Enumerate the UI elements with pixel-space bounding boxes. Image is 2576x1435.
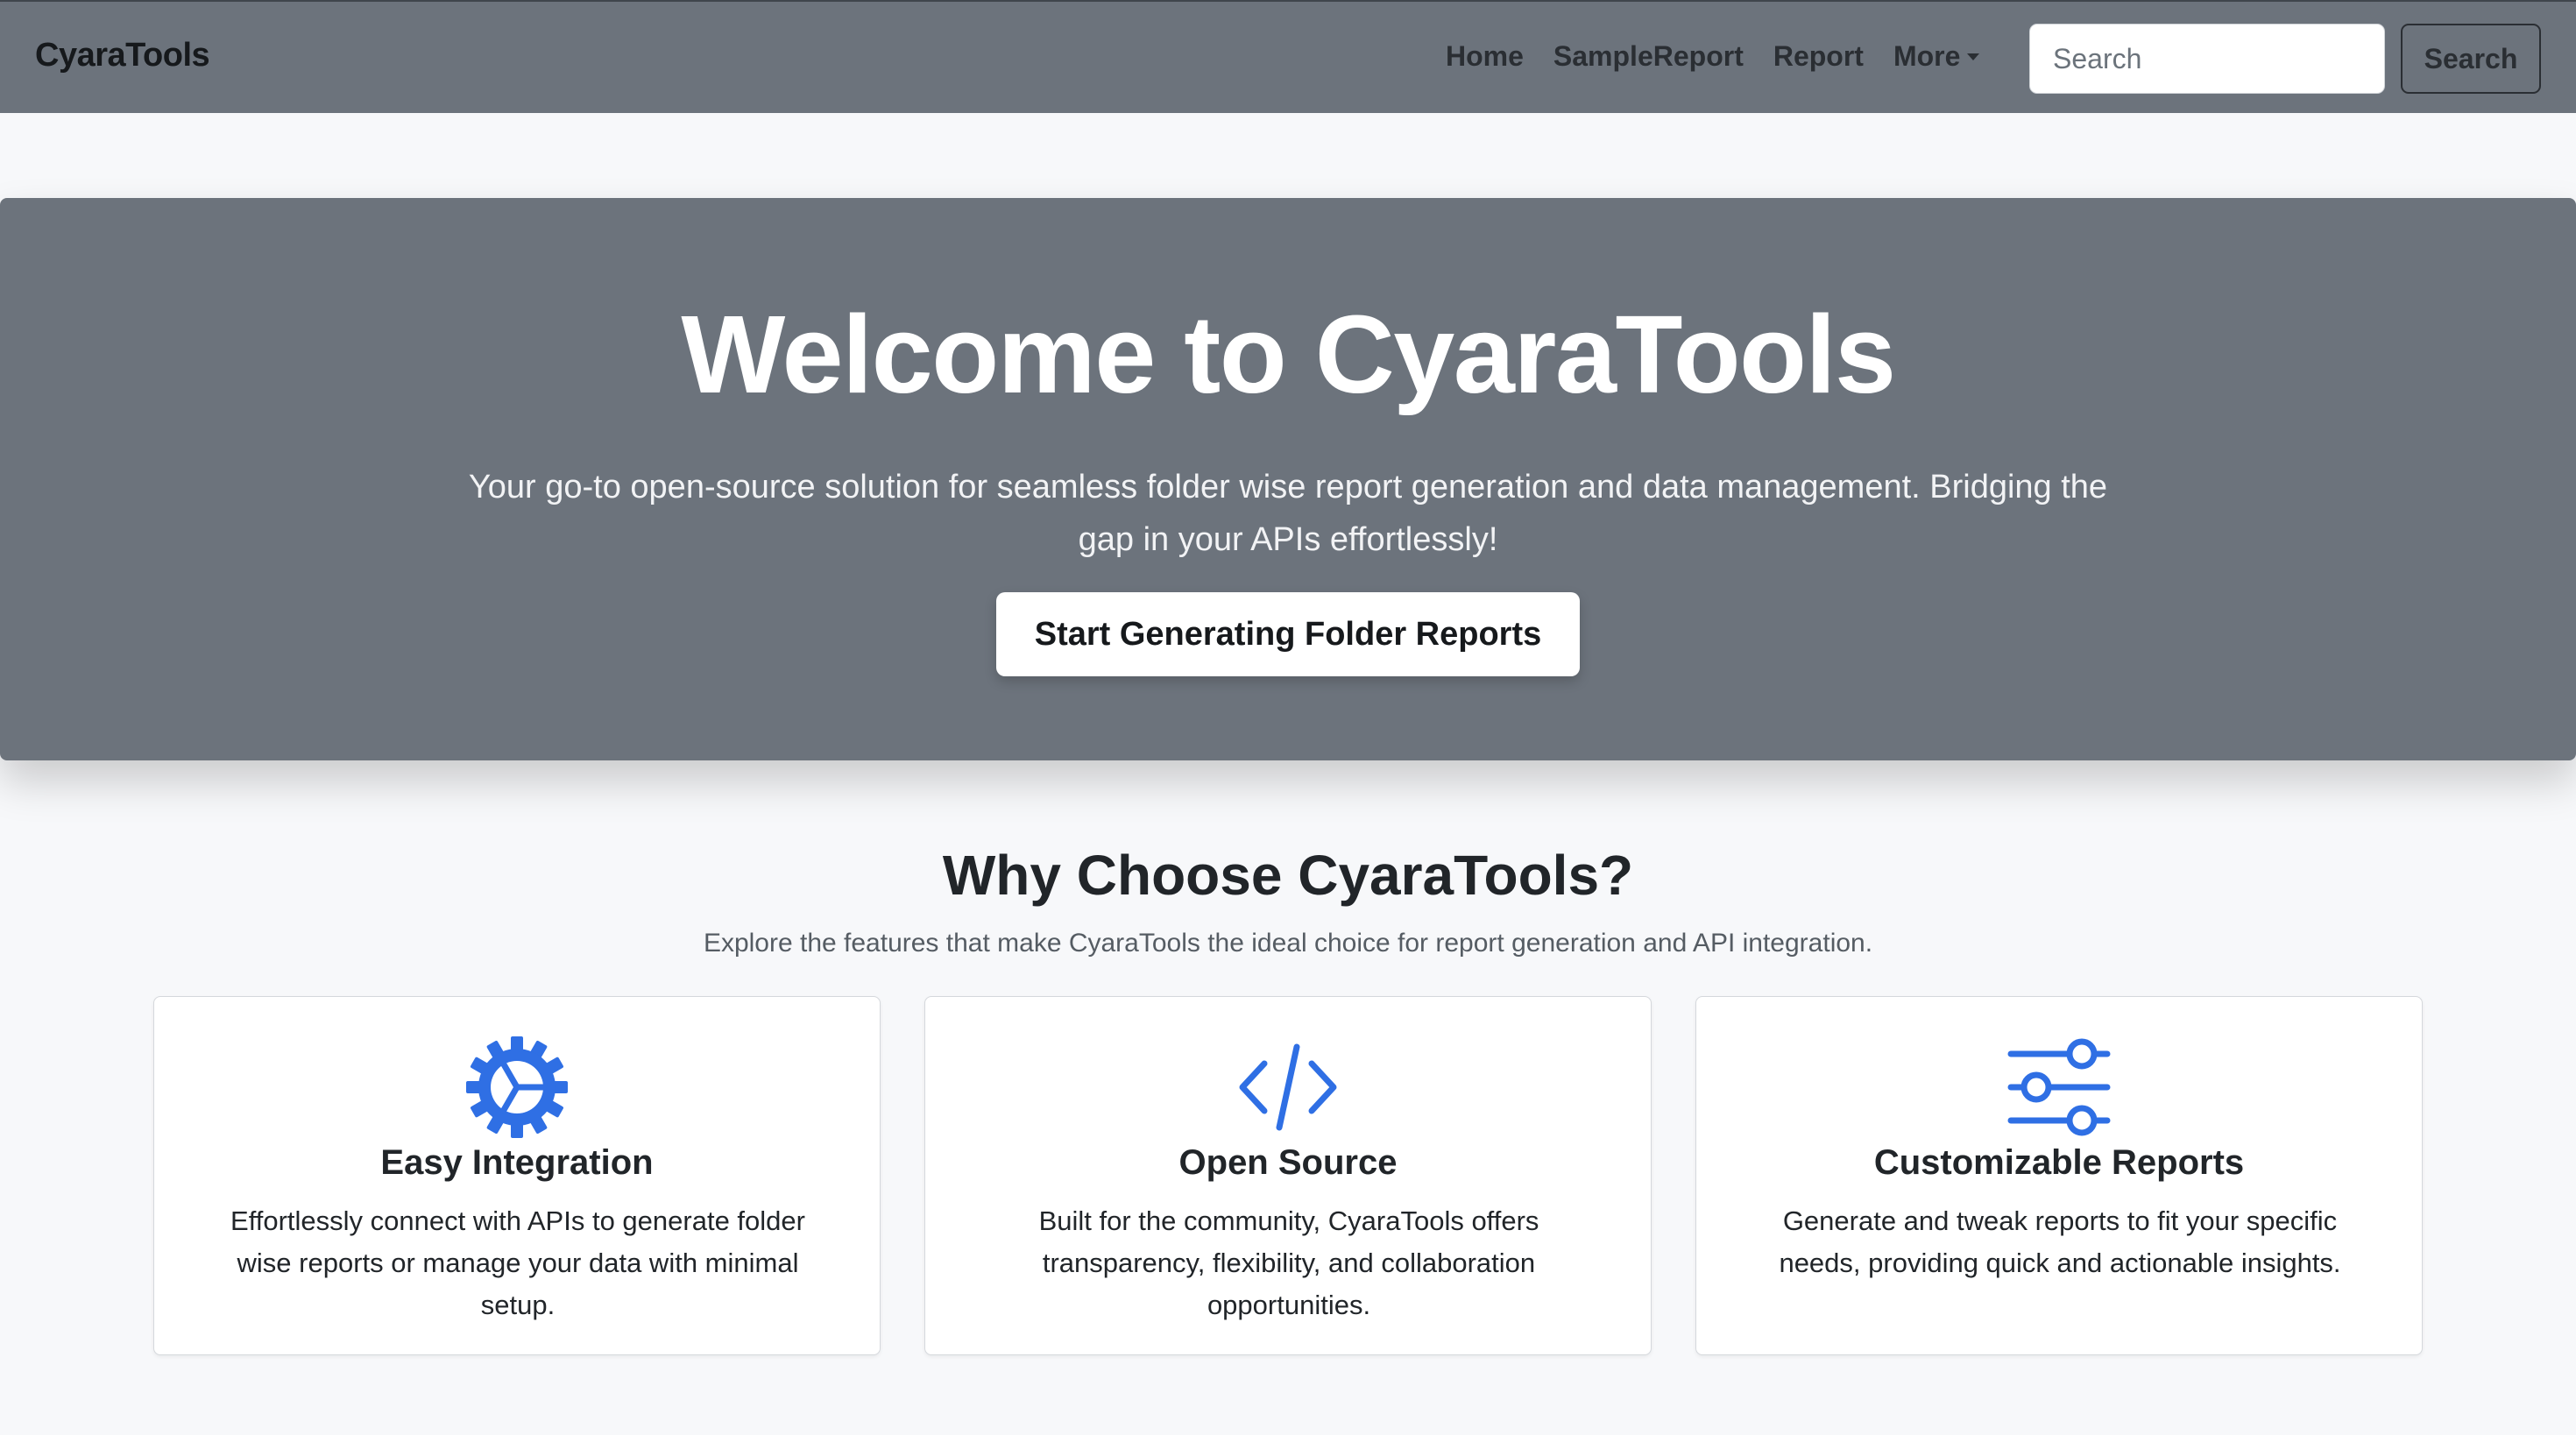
nav-link-samplereport[interactable]: SampleReport [1553, 40, 1744, 73]
nav-link-report[interactable]: Report [1773, 40, 1864, 73]
card-title: Open Source [1178, 1143, 1398, 1182]
feature-card-easy-integration: Easy Integration Effortlessly connect wi… [153, 996, 881, 1355]
caret-down-icon [1967, 53, 1980, 60]
hero-title: Welcome to CyaraTools [681, 293, 1896, 416]
feature-card-open-source: Open Source Built for the community, Cya… [924, 996, 1652, 1355]
nav-link-label: Home [1446, 40, 1524, 72]
feature-card-customizable-reports: Customizable Reports Generate and tweak … [1695, 996, 2423, 1355]
nav-link-label: SampleReport [1553, 40, 1744, 72]
search-button[interactable]: Search [2401, 24, 2541, 94]
nav-links: Home SampleReport Report More [1446, 40, 2009, 73]
search-input[interactable] [2029, 24, 2385, 94]
code-icon [925, 1035, 1651, 1140]
card-title: Easy Integration [380, 1143, 654, 1182]
hero-section: Welcome to CyaraTools Your go-to open-so… [0, 198, 2576, 760]
nav-link-label: More [1893, 40, 1961, 72]
card-text: Built for the community, CyaraTools offe… [1038, 1205, 1539, 1320]
nav-link-home[interactable]: Home [1446, 40, 1524, 73]
hero-subtitle: Your go-to open-source solution for seam… [468, 469, 2108, 558]
nav-link-label: Report [1773, 40, 1864, 72]
features-title: Why Choose CyaraTools? [942, 844, 1634, 907]
sliders-icon [1696, 1035, 2422, 1140]
features-subtitle: Explore the features that make CyaraTool… [703, 929, 1873, 958]
card-text: Generate and tweak reports to fit your s… [1779, 1205, 2341, 1278]
brand-logo[interactable]: CyaraTools [35, 37, 210, 74]
gear-icon [154, 1035, 880, 1140]
card-title: Customizable Reports [1873, 1143, 2245, 1182]
navbar: CyaraTools Home SampleReport Report More… [0, 0, 2576, 113]
nav-dropdown-more[interactable]: More [1893, 40, 1980, 73]
start-generating-button[interactable]: Start Generating Folder Reports [996, 592, 1580, 676]
card-text: Effortlessly connect with APIs to genera… [230, 1205, 805, 1320]
